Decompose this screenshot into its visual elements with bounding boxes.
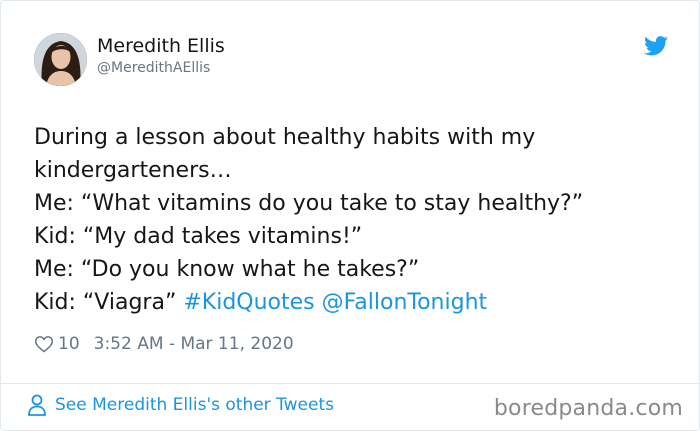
tweet-meta: 10 3:52 AM - Mar 11, 2020 [34,332,294,356]
person-icon [28,394,46,416]
tweet-line-2: kindergarteners… [34,158,232,183]
see-other-tweets-label[interactable]: See Meredith Ellis's other Tweets [55,395,334,415]
tweet-line-6: Kid: “Viagra” #KidQuotes @FallonTonight [34,286,674,319]
tweet-card: Meredith Ellis @MeredithAEllis During a … [0,0,700,431]
hashtag-link[interactable]: #KidQuotes [183,290,314,315]
avatar-image [34,33,87,86]
see-other-tweets-link[interactable]: See Meredith Ellis's other Tweets [27,394,334,416]
divider [1,383,699,384]
tweet-line-3: Me: “What vitamins do you take to stay h… [34,191,584,216]
mention-link[interactable]: @FallonTonight [322,290,488,315]
like-count[interactable]: 10 [58,334,80,354]
author-name[interactable]: Meredith Ellis [97,35,225,57]
avatar[interactable] [34,33,87,86]
tweet-line-5: Me: “Do you know what he takes?” [34,257,420,282]
tweet-line-6-text: Kid: “Viagra” [34,290,184,315]
tweet-line-4: Kid: “My dad takes vitamins!” [34,224,363,249]
tweet-line-1: During a lesson about healthy habits wit… [34,125,536,150]
watermark: boredpanda.com [493,396,683,421]
heart-icon[interactable] [34,334,54,354]
timestamp[interactable]: 3:52 AM - Mar 11, 2020 [94,334,294,354]
twitter-bird-icon[interactable] [644,36,668,56]
author-handle[interactable]: @MeredithAEllis [97,60,210,76]
tweet-text: During a lesson about healthy habits wit… [34,121,674,319]
